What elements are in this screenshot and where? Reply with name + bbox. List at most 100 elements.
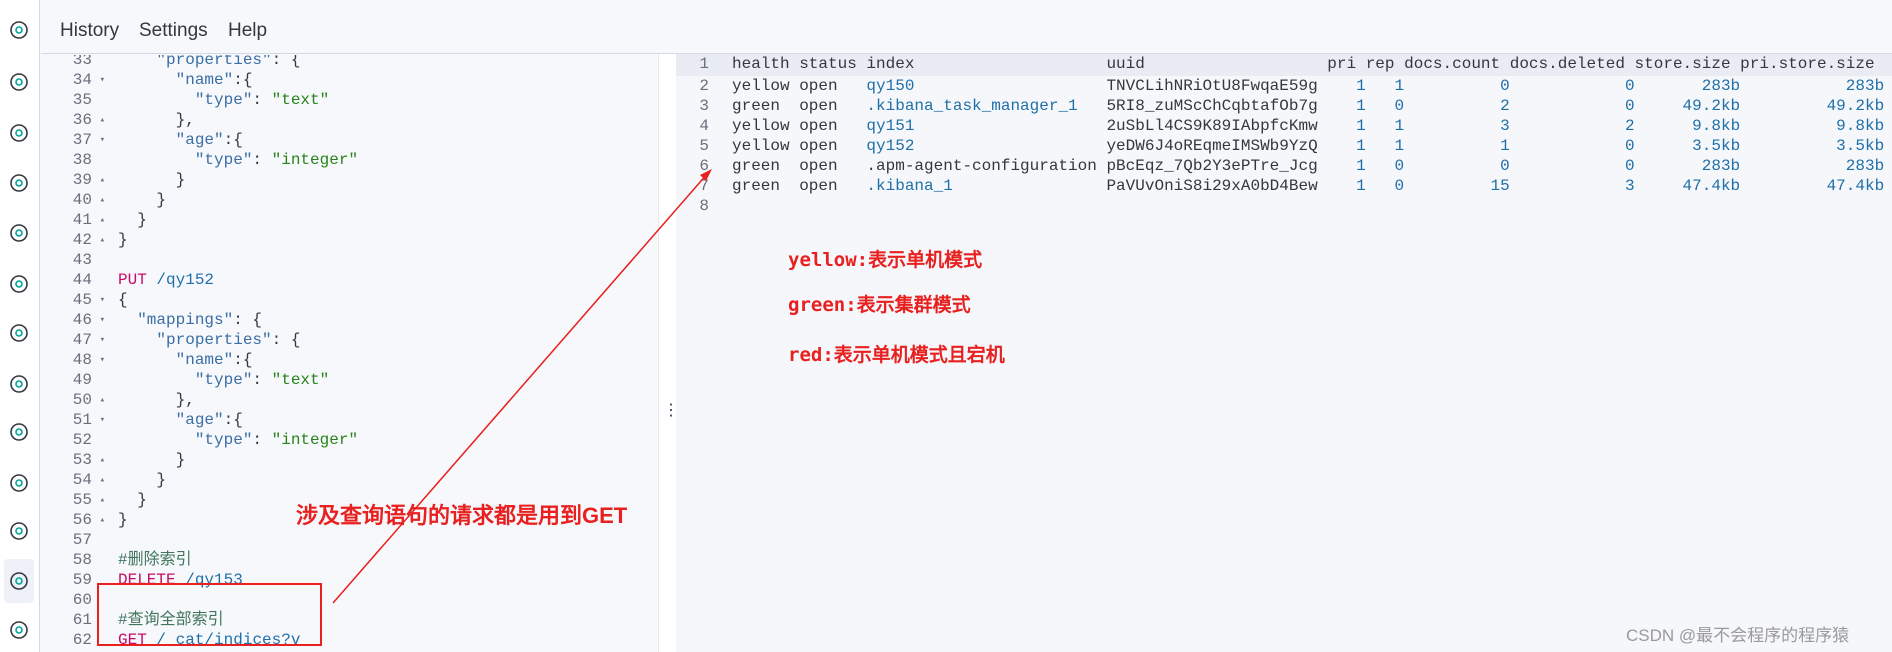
code-token: },: [118, 391, 195, 409]
column-header: store.size: [1634, 55, 1731, 73]
history-menu[interactable]: History: [60, 20, 119, 42]
code-line[interactable]: "type": "text": [118, 90, 329, 110]
request-editor[interactable]: 33 34 ▾ 35 36 ▴ 37 ▾ 38 39 ▴ 40 ▴ 41 ▴ 42 ▴ 43 44 45 ▾ 46 ▾ 47 ▾…: [46, 55, 658, 652]
dashboard-icon[interactable]: [4, 118, 34, 148]
code-line[interactable]: }: [118, 450, 186, 470]
line-number: 42 ▴: [46, 230, 112, 250]
fold-toggle-icon[interactable]: ▾: [100, 130, 105, 150]
table-cell: qy152: [866, 137, 915, 155]
fold-toggle-icon[interactable]: ▴: [100, 450, 105, 470]
maps-icon[interactable]: [4, 218, 34, 248]
code-token: "text": [271, 91, 330, 109]
fold-toggle-icon[interactable]: ▾: [100, 310, 105, 330]
fold-toggle-icon[interactable]: ▾: [100, 350, 105, 370]
line-number: 41 ▴: [46, 210, 112, 230]
table-cell: 3: [1500, 117, 1510, 135]
code-line[interactable]: "mappings": {: [118, 310, 262, 330]
line-number-text: 45: [72, 291, 92, 309]
table-cell: 49.2kb: [1826, 97, 1885, 115]
dev-tools-icon[interactable]: [4, 559, 34, 603]
siem-icon[interactable]: [4, 468, 34, 498]
settings-menu[interactable]: Settings: [139, 20, 208, 42]
visualize-icon[interactable]: [4, 67, 34, 97]
code-token: "integer": [271, 431, 359, 449]
line-number: 35: [46, 90, 112, 110]
table-cell: 2: [1624, 117, 1635, 135]
code-line[interactable]: {: [118, 290, 128, 310]
fold-toggle-icon[interactable]: ▴: [100, 190, 105, 210]
fold-toggle-icon[interactable]: ▾: [100, 410, 105, 430]
fold-toggle-icon[interactable]: ▾: [100, 290, 105, 310]
code-line[interactable]: }: [118, 510, 128, 530]
column-header: pri.store.size: [1740, 55, 1875, 73]
table-cell: .kibana_task_manager_1: [866, 97, 1078, 115]
code-token: }: [118, 171, 186, 189]
help-menu[interactable]: Help: [228, 20, 267, 42]
code-line[interactable]: }: [118, 470, 166, 490]
code-token: "properties": [156, 331, 272, 349]
monitoring-icon[interactable]: [4, 516, 34, 546]
table-cell: 47.4kb: [1826, 177, 1885, 195]
line-number-text: 8: [699, 197, 709, 215]
line-number: 37 ▾: [46, 130, 112, 150]
uptime-icon[interactable]: [4, 417, 34, 447]
fold-toggle-icon[interactable]: ▴: [100, 170, 105, 190]
line-number: 34 ▾: [46, 70, 112, 90]
table-cell: 1: [1356, 117, 1366, 135]
fold-toggle-icon[interactable]: ▴: [100, 470, 105, 490]
fold-toggle-icon[interactable]: ▾: [100, 330, 105, 350]
stack-monitoring-icon[interactable]: [4, 615, 34, 645]
code-line[interactable]: }: [118, 490, 147, 510]
table-cell: 1: [1356, 137, 1366, 155]
fold-toggle-icon[interactable]: ▴: [100, 110, 105, 130]
code-line[interactable]: PUT /qy152: [118, 270, 214, 290]
compass-icon[interactable]: [4, 15, 34, 45]
line-number: 58: [46, 550, 112, 570]
canvas-icon[interactable]: [4, 168, 34, 198]
code-line[interactable]: "age":{: [118, 410, 243, 430]
code-line[interactable]: }: [118, 170, 186, 190]
console-menu: History Settings Help: [41, 0, 1892, 54]
fold-toggle-icon[interactable]: ▴: [100, 230, 105, 250]
code-token: "type": [194, 431, 253, 449]
code-line[interactable]: "type": "integer": [118, 430, 358, 450]
code-line[interactable]: "properties": {: [118, 55, 300, 70]
code-line[interactable]: "age":{: [118, 130, 243, 150]
fold-toggle-icon[interactable]: ▴: [100, 390, 105, 410]
table-cell: 0: [1500, 157, 1510, 175]
fold-toggle-icon[interactable]: ▴: [100, 510, 105, 530]
graph-icon[interactable]: [4, 318, 34, 348]
line-number: 56 ▴: [46, 510, 112, 530]
line-number-text: 47: [72, 331, 92, 349]
line-number: 50 ▴: [46, 390, 112, 410]
table-cell: 15: [1490, 177, 1510, 195]
code-line[interactable]: },: [118, 110, 195, 130]
editor-gutter: 33 34 ▾ 35 36 ▴ 37 ▾ 38 39 ▴ 40 ▴ 41 ▴ 42 ▴ 43 44 45 ▾ 46 ▾ 47 ▾…: [46, 55, 112, 652]
line-number: 51 ▾: [46, 410, 112, 430]
line-number-text: 61: [72, 611, 92, 629]
code-line[interactable]: "type": "text": [118, 370, 329, 390]
panel-resizer[interactable]: ⋮: [658, 54, 679, 652]
table-cell: 0: [1500, 77, 1510, 95]
code-line[interactable]: "properties": {: [118, 330, 300, 350]
line-number: 44: [46, 270, 112, 290]
code-line[interactable]: "name":{: [118, 70, 253, 90]
fold-toggle-icon[interactable]: ▴: [100, 490, 105, 510]
code-token: :{: [233, 71, 253, 89]
fold-toggle-icon[interactable]: ▴: [100, 210, 105, 230]
code-line[interactable]: "name":{: [118, 350, 253, 370]
apm-icon[interactable]: [4, 369, 34, 399]
code-line[interactable]: }: [118, 190, 166, 210]
fold-toggle-icon[interactable]: ▾: [100, 70, 105, 90]
code-line[interactable]: "type": "integer": [118, 150, 358, 170]
line-number: 52: [46, 430, 112, 450]
code-line[interactable]: #删除索引: [118, 550, 192, 570]
code-line[interactable]: },: [118, 390, 195, 410]
table-row: 3 green open .kibana_task_manager_1 5RI8_zuM…: [676, 96, 1892, 116]
line-number-text: 62: [72, 631, 92, 649]
code-line[interactable]: }: [118, 210, 147, 230]
ml-icon[interactable]: [4, 269, 34, 299]
code-line[interactable]: }: [118, 230, 128, 250]
line-number-text: 3: [699, 97, 709, 115]
